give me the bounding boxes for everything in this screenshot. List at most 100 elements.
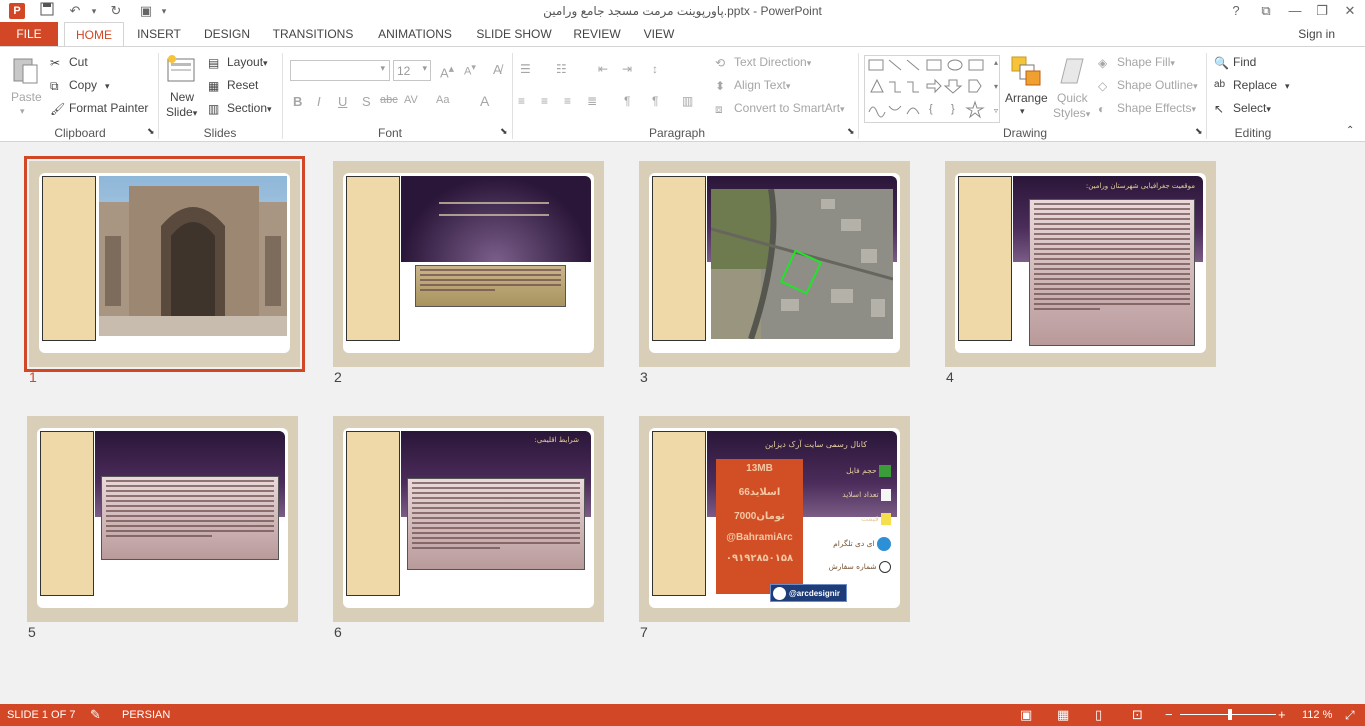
- text-direction-button[interactable]: ⟲ Text Direction▾: [715, 55, 811, 70]
- slide-thumbnail-5[interactable]: [27, 416, 298, 622]
- columns-icon[interactable]: ▥: [682, 94, 693, 108]
- slide-canvas: [649, 173, 900, 353]
- ribbon-display-icon[interactable]: ⧉: [1258, 2, 1274, 20]
- copy-dropdown-icon[interactable]: ▾: [105, 81, 110, 91]
- font-color-icon[interactable]: A: [480, 93, 489, 109]
- tab-design[interactable]: DESIGN: [200, 22, 254, 47]
- strikethrough-icon[interactable]: abc: [380, 94, 398, 106]
- copy-button[interactable]: ⧉ Copy ▾: [50, 78, 110, 93]
- gallery-scroll-down-icon[interactable]: ▾: [994, 82, 998, 91]
- normal-view-icon[interactable]: ▣: [1020, 707, 1032, 723]
- reading-view-icon[interactable]: ▯: [1095, 707, 1102, 723]
- increase-indent-icon[interactable]: ⇥: [622, 62, 632, 76]
- cut-button[interactable]: ✂ Cut: [50, 55, 88, 70]
- clipboard-launcher-icon[interactable]: ⬊: [147, 126, 155, 137]
- body-textbox: [407, 478, 585, 570]
- tab-transitions[interactable]: TRANSITIONS: [268, 22, 358, 47]
- format-painter-button[interactable]: 🖌 Format Painter: [50, 101, 148, 116]
- tab-insert[interactable]: INSERT: [132, 22, 186, 47]
- quick-styles-label[interactable]: Quick: [1057, 91, 1088, 105]
- restore-icon[interactable]: ❐: [1314, 2, 1330, 20]
- line-spacing-icon[interactable]: ↕: [652, 62, 658, 76]
- increase-font-icon[interactable]: A▴: [440, 62, 454, 80]
- quick-styles-label-2[interactable]: Styles▾: [1053, 106, 1090, 120]
- section-button[interactable]: ▥ Section▾: [208, 101, 272, 116]
- slide-thumbnail-6[interactable]: شرایط اقلیمی:: [333, 416, 604, 622]
- shadow-icon[interactable]: S: [362, 94, 371, 109]
- gallery-more-icon[interactable]: ▿: [994, 106, 998, 115]
- rtl-icon[interactable]: ¶: [652, 94, 658, 108]
- decrease-font-icon[interactable]: A▾: [464, 62, 476, 78]
- layout-button[interactable]: ▤ Layout▾: [208, 55, 268, 70]
- slide-thumbnail-7[interactable]: کانال رسمی سایت آرک دیزاین 13MB 66اسلاید…: [639, 416, 910, 622]
- tab-slide-show[interactable]: SLIDE SHOW: [472, 22, 556, 47]
- tab-view[interactable]: VIEW: [636, 22, 682, 47]
- justify-icon[interactable]: ≣: [587, 94, 597, 108]
- underline-icon[interactable]: U: [338, 94, 347, 109]
- ltr-icon[interactable]: ¶: [624, 94, 630, 108]
- quick-styles-button[interactable]: [1057, 55, 1087, 90]
- tab-file[interactable]: FILE: [0, 22, 58, 47]
- sign-in-link[interactable]: Sign in: [1298, 27, 1335, 41]
- align-right-icon[interactable]: ≡: [564, 94, 571, 108]
- minimize-icon[interactable]: —: [1287, 2, 1303, 20]
- font-name-dropdown-icon[interactable]: ▾: [380, 63, 385, 74]
- fit-to-window-icon[interactable]: ⤢: [1345, 708, 1355, 723]
- new-slide-label-2[interactable]: Slide▾: [166, 105, 197, 119]
- reset-button[interactable]: ▦ Reset: [208, 78, 258, 93]
- align-text-button[interactable]: ⬍ Align Text▾: [715, 78, 790, 93]
- change-case-icon[interactable]: Aa: [436, 94, 449, 106]
- slide-thumbnail-3[interactable]: [639, 161, 910, 367]
- drawing-launcher-icon[interactable]: ⬊: [1195, 126, 1203, 137]
- font-size-dropdown-icon[interactable]: ▾: [422, 63, 427, 74]
- align-left-icon[interactable]: ≡: [518, 94, 525, 108]
- slide-thumbnail-2[interactable]: [333, 161, 604, 367]
- slide-show-view-icon[interactable]: ⊡: [1132, 707, 1143, 723]
- shapes-gallery[interactable]: { } ▴ ▾ ▿: [864, 55, 1000, 123]
- slide-thumbnail-1[interactable]: [24, 156, 305, 372]
- find-button[interactable]: 🔍 Find: [1214, 55, 1256, 70]
- bullets-icon[interactable]: ☰: [520, 62, 531, 76]
- paste-button[interactable]: [10, 55, 40, 88]
- tab-animations[interactable]: ANIMATIONS: [370, 22, 460, 47]
- zoom-slider-thumb[interactable]: [1228, 709, 1232, 720]
- character-spacing-icon[interactable]: AV: [404, 94, 418, 106]
- shape-fill-button[interactable]: ◈ Shape Fill▾: [1098, 55, 1175, 70]
- gallery-scroll-up-icon[interactable]: ▴: [994, 58, 998, 67]
- arrange-dropdown-icon[interactable]: ▾: [1020, 106, 1025, 117]
- notes-icon[interactable]: ✎: [90, 707, 101, 723]
- zoom-level[interactable]: 112 %: [1302, 709, 1332, 721]
- shape-outline-button[interactable]: ◇ Shape Outline▾: [1098, 78, 1198, 93]
- text-line: [106, 510, 274, 512]
- help-icon[interactable]: ?: [1228, 2, 1244, 20]
- paste-label[interactable]: Paste: [11, 90, 42, 104]
- bold-icon[interactable]: B: [293, 94, 302, 109]
- numbering-icon[interactable]: ☷: [556, 62, 567, 76]
- new-slide-label[interactable]: New: [170, 90, 194, 104]
- new-slide-button[interactable]: [166, 55, 196, 86]
- arrange-button[interactable]: [1010, 55, 1042, 90]
- replace-button[interactable]: ab Replace ▾: [1214, 78, 1290, 93]
- zoom-in-icon[interactable]: +: [1278, 707, 1286, 722]
- slide-thumbnail-4[interactable]: موقعیت جغرافیایی شهرستان ورامین:: [945, 161, 1216, 367]
- tab-review[interactable]: REVIEW: [568, 22, 626, 47]
- shape-effects-button[interactable]: ◐ Shape Effects▾: [1098, 101, 1196, 116]
- select-button[interactable]: ↖ Select▾: [1214, 101, 1271, 116]
- language-status[interactable]: PERSIAN: [122, 709, 170, 721]
- collapse-ribbon-icon[interactable]: ⌃: [1346, 125, 1354, 136]
- paragraph-launcher-icon[interactable]: ⬊: [847, 126, 855, 137]
- align-center-icon[interactable]: ≡: [541, 94, 548, 108]
- tab-home[interactable]: HOME: [64, 22, 124, 47]
- font-name-combo[interactable]: ▾: [290, 60, 390, 81]
- convert-smartart-button[interactable]: ⧈ Convert to SmartArt▾: [715, 101, 845, 116]
- slide-sorter-view-icon[interactable]: ▦: [1057, 707, 1069, 723]
- close-icon[interactable]: ✕: [1342, 2, 1358, 20]
- clear-formatting-icon[interactable]: A̸: [493, 62, 502, 77]
- font-size-combo[interactable]: 12 ▾: [393, 60, 431, 81]
- decrease-indent-icon[interactable]: ⇤: [598, 62, 608, 76]
- font-launcher-icon[interactable]: ⬊: [500, 126, 508, 137]
- zoom-out-icon[interactable]: −: [1165, 707, 1173, 722]
- arrange-label[interactable]: Arrange: [1005, 91, 1048, 105]
- italic-icon[interactable]: I: [317, 94, 321, 109]
- paste-dropdown-icon[interactable]: ▾: [20, 106, 25, 117]
